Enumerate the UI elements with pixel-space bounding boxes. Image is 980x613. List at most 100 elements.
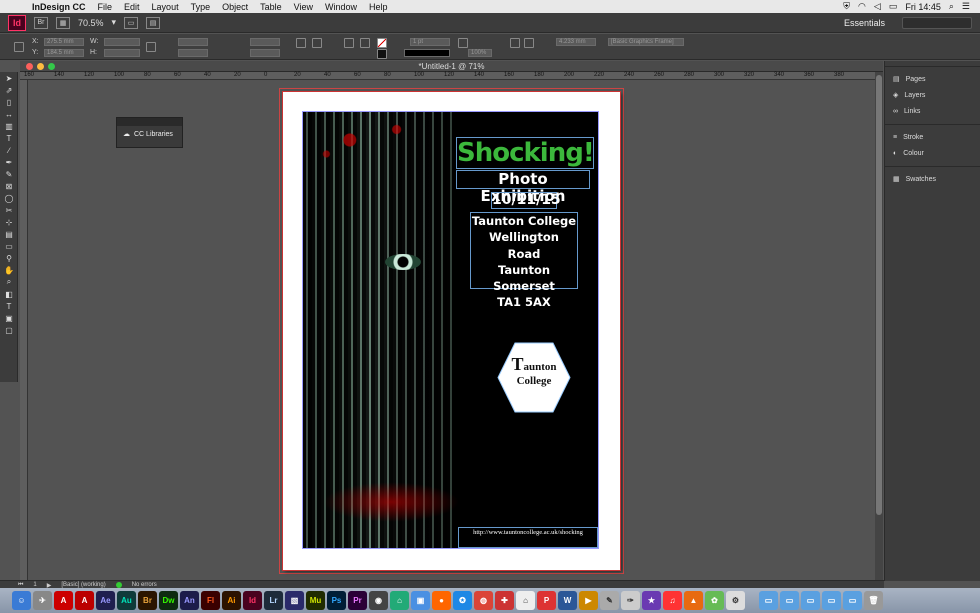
- script-app-icon[interactable]: ✑: [621, 591, 640, 610]
- scissors-tool-icon[interactable]: ✂: [0, 204, 18, 216]
- menu-edit[interactable]: Edit: [124, 2, 140, 12]
- select-container-icon[interactable]: [344, 38, 354, 48]
- panel-stroke[interactable]: ≡ Stroke: [885, 129, 980, 145]
- dock-app-ps[interactable]: Ps: [327, 591, 346, 610]
- panel-colour[interactable]: ◐ Colour: [885, 145, 980, 161]
- menu-table[interactable]: Table: [260, 2, 282, 12]
- dock-app-mu[interactable]: Mu: [306, 591, 325, 610]
- vertical-scrollbar[interactable]: [875, 72, 883, 580]
- menu-file[interactable]: File: [98, 2, 113, 12]
- wifi-icon[interactable]: ◠: [858, 1, 866, 12]
- type-tool-icon[interactable]: T: [0, 132, 18, 144]
- panel-layers[interactable]: ◈ Layers: [885, 87, 980, 103]
- acrobat-reader-icon[interactable]: A: [75, 591, 94, 610]
- panel-links[interactable]: ∞ Links: [885, 103, 980, 119]
- ellipse-tool-icon[interactable]: ◯: [0, 192, 18, 204]
- opacity-field[interactable]: 100%: [468, 49, 492, 57]
- eyedropper-tool-icon[interactable]: ⚲: [0, 252, 18, 264]
- gradient-tool-icon[interactable]: ▤: [0, 228, 18, 240]
- fit-content-icon[interactable]: [510, 38, 520, 48]
- home-app-icon[interactable]: ⌂: [516, 591, 535, 610]
- pencil-tool-icon[interactable]: ✎: [0, 168, 18, 180]
- zoom-level[interactable]: 70.5%: [78, 18, 104, 28]
- app-name-menu[interactable]: InDesign CC: [32, 2, 86, 12]
- select-content-icon[interactable]: [360, 38, 370, 48]
- selection-tool-icon[interactable]: ➤: [0, 72, 18, 84]
- volume-icon[interactable]: ◁: [874, 1, 881, 12]
- chrome-icon[interactable]: ◍: [474, 591, 493, 610]
- dock-app-dw[interactable]: Dw: [159, 591, 178, 610]
- documents-folder-icon[interactable]: ▭: [801, 591, 820, 610]
- fill-stroke-icon[interactable]: ◧: [0, 288, 18, 300]
- dock-app-misc[interactable]: ▧: [285, 591, 304, 610]
- dock-app-lr[interactable]: Lr: [264, 591, 283, 610]
- horizontal-ruler[interactable]: 160 140 120 100 80 60 40 20 0 20 40 60 8…: [20, 72, 875, 80]
- rotate-icon[interactable]: [296, 38, 306, 48]
- word-icon[interactable]: W: [558, 591, 577, 610]
- rectangle-frame-tool-icon[interactable]: ⊠: [0, 180, 18, 192]
- shield-icon[interactable]: ⛨: [843, 1, 850, 12]
- dock-app-au[interactable]: Au: [117, 591, 136, 610]
- panel-pages[interactable]: ▤ Pages: [885, 71, 980, 87]
- trash-icon[interactable]: 🗑: [864, 591, 883, 610]
- menu-view[interactable]: View: [294, 2, 313, 12]
- shear-field[interactable]: [250, 49, 280, 57]
- bridge-button[interactable]: Br: [34, 16, 48, 29]
- page-tool-icon[interactable]: ▯: [0, 96, 18, 108]
- object-style-field[interactable]: [Basic Graphics Frame]: [608, 38, 684, 46]
- screen-mode-button[interactable]: ▭: [124, 16, 139, 29]
- zoom-tool-icon[interactable]: ⌕: [0, 276, 18, 288]
- folder-icon-3[interactable]: ▭: [843, 591, 862, 610]
- menu-help[interactable]: Help: [369, 2, 388, 12]
- dock-app-ai[interactable]: Ai: [222, 591, 241, 610]
- view-options-button[interactable]: ▦: [56, 16, 70, 29]
- height-field[interactable]: [104, 49, 140, 57]
- poster-date[interactable]: 10/11/15: [491, 192, 561, 209]
- width-field[interactable]: [104, 38, 140, 46]
- screen-mode-icon[interactable]: ▢: [0, 324, 18, 336]
- folder-icon[interactable]: ▭: [759, 591, 778, 610]
- formatting-icon[interactable]: T: [0, 300, 18, 312]
- fit-frame-icon[interactable]: [524, 38, 534, 48]
- direct-selection-tool-icon[interactable]: ⇗: [0, 84, 18, 96]
- content-collector-icon[interactable]: ▥: [0, 120, 18, 132]
- scale-y-field[interactable]: [178, 49, 208, 57]
- red-app-icon[interactable]: ✚: [495, 591, 514, 610]
- hand-tool-icon[interactable]: ✋: [0, 264, 18, 276]
- flip-icon[interactable]: [312, 38, 322, 48]
- cc-libraries-panel[interactable]: ☁ CC Libraries: [116, 117, 183, 148]
- poster-subtitle[interactable]: Photo Exhibition: [456, 170, 590, 205]
- free-transform-tool-icon[interactable]: ⊹: [0, 216, 18, 228]
- chevron-down-icon[interactable]: ▾: [112, 17, 117, 28]
- line-tool-icon[interactable]: ∕: [0, 144, 18, 156]
- poster-title[interactable]: Shocking!: [456, 137, 595, 169]
- pen-app-icon[interactable]: ✎: [600, 591, 619, 610]
- menu-type[interactable]: Type: [191, 2, 211, 12]
- fx-icon[interactable]: [458, 38, 468, 48]
- photos-icon[interactable]: ✿: [705, 591, 724, 610]
- stroke-weight-field[interactable]: 1 pt: [410, 38, 450, 46]
- downloads-folder-icon[interactable]: ▭: [780, 591, 799, 610]
- poster-url[interactable]: http://www.tauntoncollege.ac.uk/shocking: [458, 527, 598, 548]
- pen-tool-icon[interactable]: ✒: [0, 156, 18, 168]
- menu-object[interactable]: Object: [222, 2, 248, 12]
- search-input[interactable]: [902, 16, 972, 29]
- panel-swatches[interactable]: ▦ Swatches: [885, 171, 980, 187]
- workspace-switcher[interactable]: Essentials: [844, 18, 885, 28]
- gap-tool-icon[interactable]: ↔: [0, 108, 18, 120]
- menu-layout[interactable]: Layout: [152, 2, 179, 12]
- y-field[interactable]: 184.5 mm: [44, 49, 84, 57]
- search-icon[interactable]: ⌕: [949, 1, 954, 12]
- reference-point-icon[interactable]: [14, 42, 24, 52]
- offset-field[interactable]: 4.233 mm: [556, 38, 596, 46]
- dock-app-fl[interactable]: Fl: [201, 591, 220, 610]
- battery-icon[interactable]: ▭: [889, 1, 898, 12]
- poster-address[interactable]: Taunton College Wellington Road Taunton …: [470, 212, 578, 309]
- dock-app-br[interactable]: Br: [138, 591, 157, 610]
- note-tool-icon[interactable]: ▭: [0, 240, 18, 252]
- panel-header[interactable]: [117, 118, 182, 126]
- fill-swatch-icon[interactable]: [377, 38, 387, 48]
- menu-window[interactable]: Window: [325, 2, 357, 12]
- scrollbar-thumb[interactable]: [876, 75, 882, 515]
- dock-app-id[interactable]: Id: [243, 591, 262, 610]
